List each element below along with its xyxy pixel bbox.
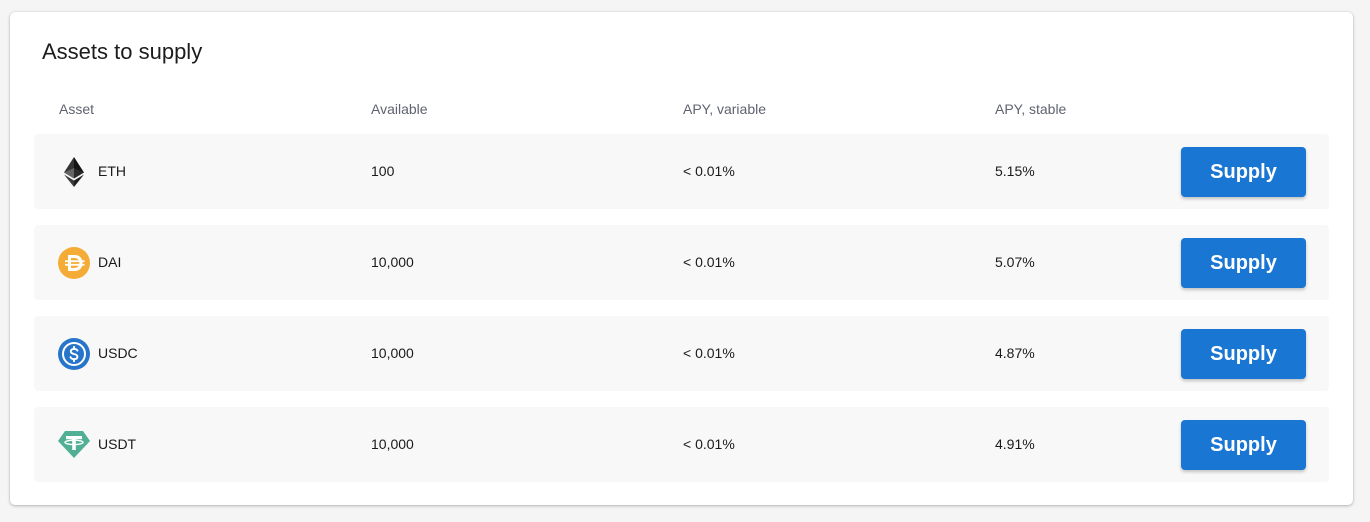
apy-variable-value: < 0.01% <box>683 436 735 452</box>
apy-variable-value: < 0.01% <box>683 163 735 179</box>
table-row: USDT 10,000 < 0.01% 4.91% Supply <box>34 407 1329 482</box>
card-title: Assets to supply <box>42 39 203 64</box>
supply-button-dai[interactable]: Supply <box>1181 238 1306 288</box>
table-row: DAI 10,000 < 0.01% 5.07% Supply <box>34 225 1329 300</box>
assets-to-supply-card: Assets to supply Asset Available APY, va… <box>10 12 1353 505</box>
asset-symbol: ETH <box>98 163 126 179</box>
column-header-apy-variable: APY, variable <box>683 101 767 117</box>
available-amount: 100 <box>371 163 395 179</box>
asset-symbol: USDC <box>98 345 138 361</box>
available-amount: 10,000 <box>371 345 414 361</box>
dai-icon <box>57 246 91 280</box>
column-header-available: Available <box>371 101 428 117</box>
apy-stable-value: 5.15% <box>995 163 1035 179</box>
available-amount: 10,000 <box>371 436 414 452</box>
column-header-asset: Asset <box>59 101 95 117</box>
table-row: ETH 100 < 0.01% 5.15% Supply <box>34 134 1329 209</box>
column-header-apy-stable: APY, stable <box>995 101 1067 117</box>
eth-icon <box>57 155 91 189</box>
asset-symbol: DAI <box>98 254 122 270</box>
apy-variable-value: < 0.01% <box>683 345 735 361</box>
apy-variable-value: < 0.01% <box>683 254 735 270</box>
usdt-icon <box>57 428 91 462</box>
table-row: USDC 10,000 < 0.01% 4.87% Supply <box>34 316 1329 391</box>
asset-symbol: USDT <box>98 436 137 452</box>
apy-stable-value: 5.07% <box>995 254 1035 270</box>
apy-stable-value: 4.91% <box>995 436 1035 452</box>
usdc-icon <box>57 337 91 371</box>
apy-stable-value: 4.87% <box>995 345 1035 361</box>
supply-button-usdt[interactable]: Supply <box>1181 420 1306 470</box>
table-header: Asset Available APY, variable APY, stabl… <box>10 101 1353 121</box>
supply-button-eth[interactable]: Supply <box>1181 147 1306 197</box>
available-amount: 10,000 <box>371 254 414 270</box>
supply-button-usdc[interactable]: Supply <box>1181 329 1306 379</box>
